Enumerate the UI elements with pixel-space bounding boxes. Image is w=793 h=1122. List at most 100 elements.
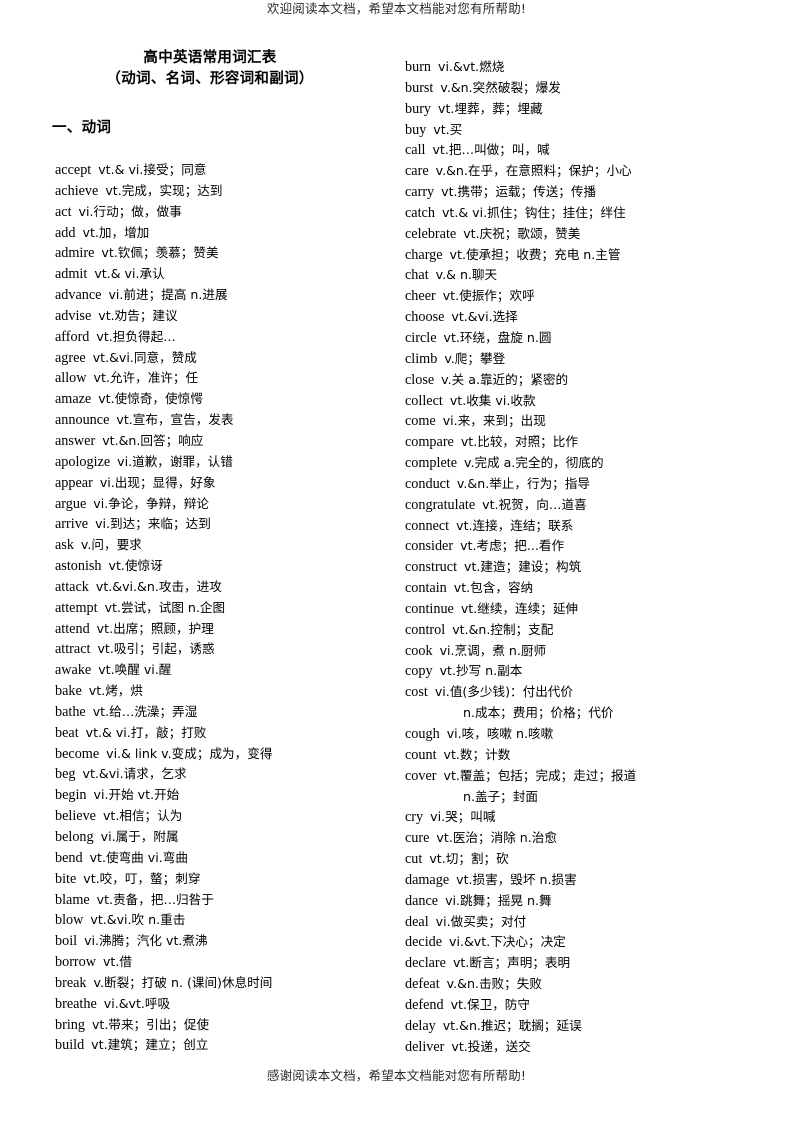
vocabulary-entry: bake vt.烤，烘	[55, 681, 385, 702]
entry-word: construct	[405, 559, 458, 576]
entry-word: break	[55, 974, 87, 991]
entry-definition: vt.使惊讶	[108, 558, 163, 574]
entry-definition: vi.值(多少钱)：付出代价	[434, 684, 573, 700]
vocabulary-entry: climb v.爬；攀登	[405, 349, 755, 370]
entry-definition: v.断裂；打破 n. (课间)休息时间	[93, 974, 273, 990]
entry-definition: vt.覆盖；包括；完成；走过；报道	[443, 767, 637, 783]
entry-definition: vi.行动；做，做事	[78, 203, 182, 219]
vocabulary-entry: borrow vt.借	[55, 952, 385, 973]
vocabulary-entry: consider vt.考虑；把...看作	[405, 536, 755, 557]
entry-word: argue	[55, 495, 87, 512]
entry-word: advance	[55, 287, 102, 304]
entry-word: burst	[405, 79, 434, 96]
entry-definition: vt.钦佩；羡慕；赞美	[101, 245, 219, 261]
vocabulary-entry: arrive vi.到达；来临；达到	[55, 514, 385, 535]
entry-word: control	[405, 621, 446, 638]
entry-word: carry	[405, 184, 435, 201]
entry-definition: n.成本；费用；价格；代价	[463, 705, 614, 721]
vocabulary-entry: carry vt.携带；运载；传送；传播	[405, 182, 755, 203]
entry-definition: vi.属于，附属	[100, 829, 179, 844]
vocabulary-entry: announce vt.宣布，宣告，发表	[55, 410, 385, 431]
entry-definition: vi.前进；提高 n.进展	[108, 287, 228, 303]
entry-word: awake	[55, 662, 92, 679]
entry-definition: vt.损害，毁坏 n.损害	[456, 871, 577, 887]
entry-definition: vt.投递，送交	[451, 1038, 531, 1054]
entry-word: attract	[55, 641, 91, 658]
entry-word: chat	[405, 267, 429, 284]
vocabulary-entry: chat v.& n.聊天	[405, 265, 755, 286]
vocabulary-entry: compare vt.比较，对照；比作	[405, 432, 755, 453]
entry-word: delay	[405, 1017, 436, 1034]
entry-definition: v.&n.举止，行为；指导	[456, 475, 590, 491]
entry-definition: vt.唤醒 vi.醒	[98, 662, 172, 678]
vocabulary-entry: circle vt.环绕，盘旋 n.圆	[405, 328, 755, 349]
entry-definition: vt.借	[102, 954, 132, 970]
entry-word: bury	[405, 100, 432, 117]
entry-definition: vi.跳舞；摇晃 n.舞	[445, 892, 552, 908]
vocabulary-entry: care v.&n.在乎，在意照料；保护；小心	[405, 161, 755, 182]
entry-word: consider	[405, 538, 454, 555]
entry-definition: vt.宣布，宣告，发表	[116, 412, 234, 428]
entry-word: answer	[55, 432, 96, 449]
vocabulary-entry: cure vt.医治；消除 n.治愈	[405, 828, 755, 849]
vocabulary-entry: amaze vt.使惊奇，使惊愕	[55, 389, 385, 410]
entry-definition: vi.沸腾；汽化 vt.煮沸	[84, 933, 208, 949]
entry-word: congratulate	[405, 496, 476, 513]
entry-word: copy	[405, 663, 433, 680]
entry-definition: vt.包含，容纳	[453, 580, 534, 596]
vocabulary-entry: copy vt.抄写 n.副本	[405, 661, 755, 682]
vocabulary-entry: deliver vt.投递，送交	[405, 1037, 755, 1058]
vocabulary-entry: connect vt.连接，连结；联系	[405, 516, 755, 537]
entry-word: add	[55, 224, 76, 241]
vocabulary-entry: call vt.把…叫做；叫，喊	[405, 140, 755, 161]
entry-definition: vt.连接，连结；联系	[456, 517, 574, 533]
entry-definition: vt.使惊奇，使惊愕	[98, 391, 203, 407]
vocabulary-entry: catch vt.& vi.抓住；钩住；挂住；绊住	[405, 203, 755, 224]
vocabulary-entry: allow vt.允许，准许；任	[55, 368, 385, 389]
entry-definition: vt.继续，连续；延伸	[460, 600, 579, 616]
entry-definition: vi.来，来到；出现	[442, 413, 546, 429]
entry-word: appear	[55, 474, 93, 491]
entry-definition: vi.&vt.下决心；决定	[449, 934, 566, 950]
entry-definition: vi.咳，咳嗽 n.咳嗽	[446, 726, 554, 741]
vocabulary-entry: ask v.问，要求	[55, 535, 385, 556]
entry-definition: vi.出现；显得，好象	[99, 474, 216, 490]
vocabulary-entry: damage vt.损害，毁坏 n.损害	[405, 870, 755, 891]
vocabulary-entry: achieve vt.完成，实现；达到	[55, 181, 385, 202]
entry-definition: vt.担负得起…	[96, 328, 176, 344]
entry-definition: vt.比较，对照；比作	[460, 434, 578, 450]
entry-word: declare	[405, 955, 446, 972]
entry-definition: vi.道歉，谢罪，认错	[117, 453, 233, 469]
entry-word: cut	[405, 851, 423, 868]
vocabulary-entry: blame vt.责备，把…归咎于	[55, 890, 385, 911]
entry-word: advise	[55, 307, 92, 324]
entry-definition: vt.祝贺，向…道喜	[482, 496, 587, 512]
vocabulary-entry: cheer vt.使振作；欢呼	[405, 286, 755, 307]
vocabulary-entry: bite vt.咬，叮，螫；刺穿	[55, 869, 385, 890]
entry-definition: v.爬；攀登	[444, 350, 506, 366]
entry-definition: v.& n.聊天	[435, 267, 498, 283]
document-page: 欢迎阅读本文档，希望本文档能对您有所帮助! 高中英语常用词汇表 （动词、名词、形…	[0, 0, 793, 1122]
entry-word: deliver	[405, 1038, 445, 1055]
entry-word: burn	[405, 59, 432, 75]
entry-definition: vi.到达；来临；达到	[95, 516, 211, 532]
vocabulary-entry: attempt vt.尝试，试图 n.企图	[55, 598, 385, 619]
entry-word: apologize	[55, 453, 111, 470]
entry-word: announce	[55, 412, 110, 429]
vocabulary-entry: admire vt.钦佩；羡慕；赞美	[55, 243, 385, 264]
entry-word: close	[405, 371, 435, 388]
vocabulary-entry: cover vt.覆盖；包括；完成；走过；报道	[405, 766, 755, 787]
vocabulary-entry: close v.关 a.靠近的；紧密的	[405, 370, 755, 391]
vocabulary-entry: burst v.&n.突然破裂；爆发	[405, 78, 755, 99]
entry-word: cough	[405, 726, 440, 742]
entry-definition: vt.建筑；建立；创立	[91, 1037, 209, 1053]
vocabulary-entry: burn vi.&vt.燃烧	[405, 57, 755, 78]
vocabulary-entry: build vt.建筑；建立；创立	[55, 1035, 385, 1056]
entry-definition: vt.出席；照顾，护理	[96, 620, 214, 636]
entry-word: boil	[55, 933, 78, 950]
entry-word: arrive	[55, 516, 89, 533]
vocabulary-entry: come vi.来，来到；出现	[405, 411, 755, 432]
entry-word: allow	[55, 370, 87, 387]
entry-word: believe	[55, 808, 96, 825]
entry-word: defend	[405, 996, 444, 1013]
